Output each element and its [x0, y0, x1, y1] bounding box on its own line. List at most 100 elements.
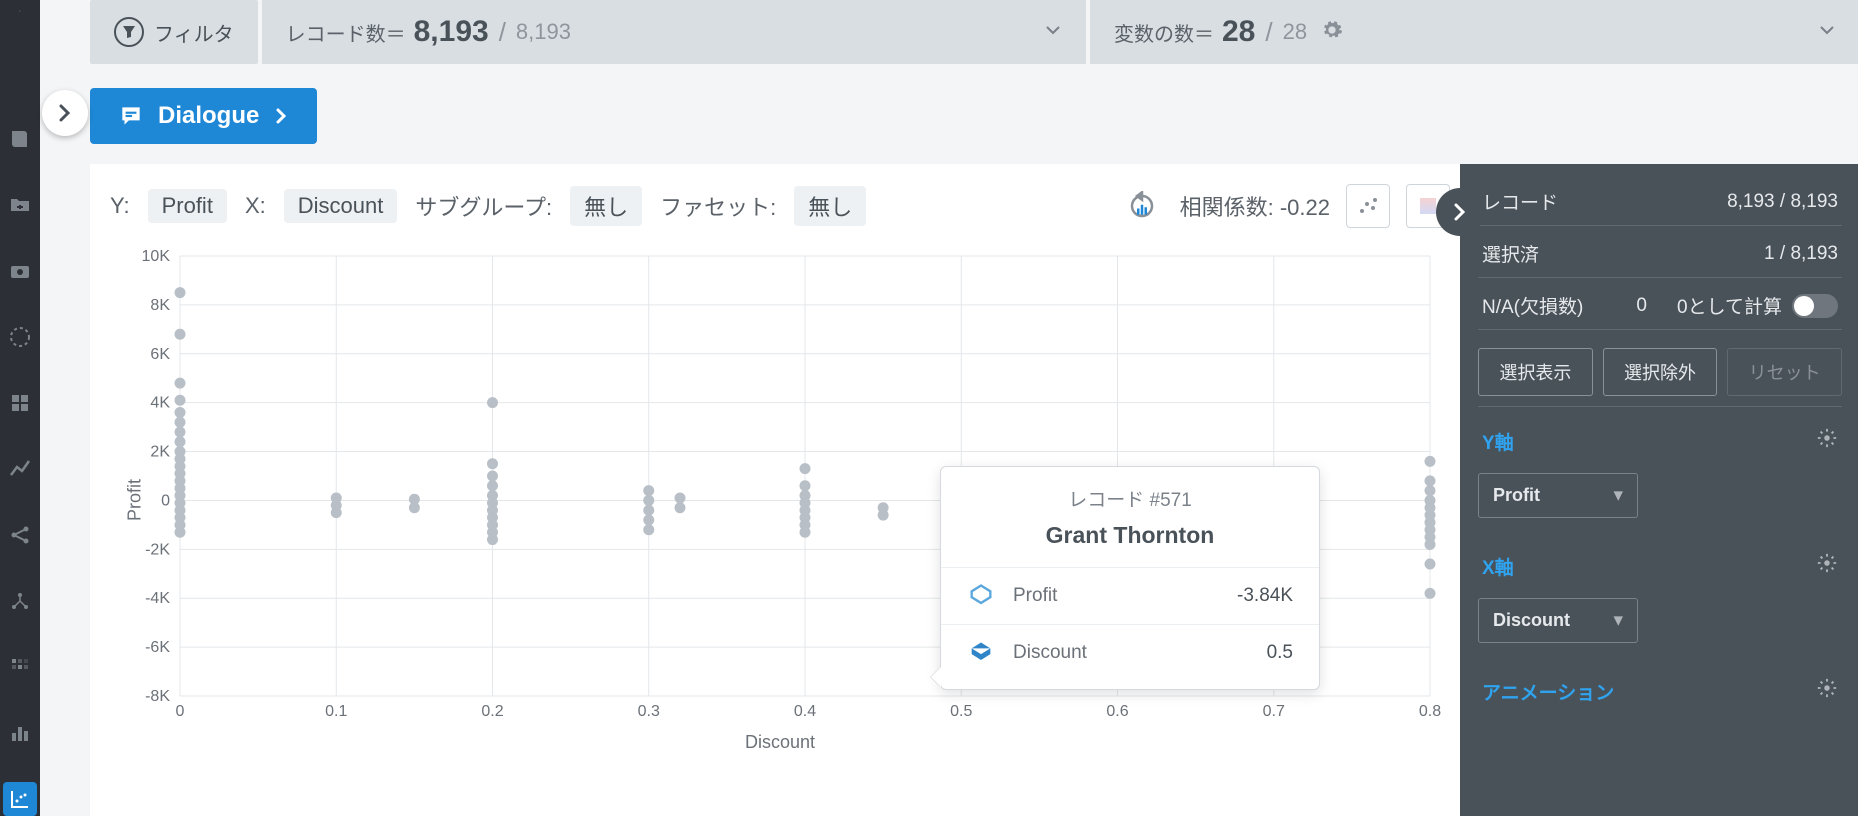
svg-text:6K: 6K: [150, 346, 170, 363]
tooltip-key: Profit: [1013, 585, 1057, 607]
records-count-bar[interactable]: レコード数＝ 8,193 / 8,193: [262, 0, 1086, 64]
svg-text:2K: 2K: [150, 444, 170, 461]
y-axis-pill[interactable]: Profit: [148, 189, 227, 223]
svg-text:10K: 10K: [142, 248, 171, 265]
nav-item-gauge[interactable]: [3, 320, 37, 354]
vertical-nav: [0, 0, 40, 816]
records-count: 8,193: [414, 15, 489, 49]
animation-settings-button[interactable]: [1816, 677, 1838, 705]
exclude-selection-button[interactable]: 選択除外: [1603, 348, 1718, 396]
gear-icon: [1816, 677, 1838, 699]
x-axis-settings-button[interactable]: [1816, 552, 1838, 580]
chat-icon: [118, 103, 144, 129]
subgroup-label: サブグループ:: [415, 190, 552, 222]
vars-count-bar[interactable]: 変数の数＝ 28 / 28: [1090, 0, 1858, 64]
x-axis-title: Discount: [110, 732, 1450, 753]
nav-item-matrix[interactable]: [3, 650, 37, 684]
nav-item-line[interactable]: [3, 452, 37, 486]
filter-button[interactable]: フィルタ: [90, 0, 258, 64]
axis-selector-bar: Y: Profit X: Discount サブグループ: 無し ファセット: …: [110, 184, 1450, 228]
panel-selected-val: 1 / 8,193: [1764, 243, 1838, 265]
grid-icon: [8, 391, 32, 415]
subgroup-pill[interactable]: 無し: [570, 186, 642, 226]
x-axis-pill[interactable]: Discount: [284, 189, 398, 223]
metric-profit-icon: [967, 582, 995, 610]
scatter-dots-icon: [1356, 194, 1380, 218]
facet-pill[interactable]: 無し: [794, 186, 866, 226]
chevron-down-icon: [1818, 21, 1836, 44]
panel-records-key: レコード: [1482, 188, 1558, 215]
expand-nav-button[interactable]: [42, 90, 88, 136]
matrix-icon: [8, 655, 32, 679]
scatter-mode-button[interactable]: [1346, 184, 1390, 228]
svg-text:4K: 4K: [150, 395, 170, 412]
y-prefix: Y:: [110, 193, 130, 219]
folder-plus-icon: [8, 193, 32, 217]
svg-text:8K: 8K: [150, 297, 170, 314]
facet-label: ファセット:: [660, 190, 776, 222]
svg-text:-2K: -2K: [145, 541, 170, 558]
tooltip-key: Discount: [1013, 642, 1087, 664]
svg-text:0.5: 0.5: [950, 703, 972, 720]
scatter-icon: [8, 787, 32, 811]
tooltip-val: 0.5: [1267, 642, 1293, 664]
nav-item-node[interactable]: [3, 584, 37, 618]
animation-section-title: アニメーション: [1482, 678, 1614, 705]
svg-text:0.2: 0.2: [481, 703, 503, 720]
panel-selected-key: 選択済: [1482, 240, 1539, 267]
node-icon: [8, 589, 32, 613]
y-axis-settings-button[interactable]: [1816, 427, 1838, 455]
nav-item-book[interactable]: [3, 122, 37, 156]
tooltip-row: Discount 0.5: [941, 624, 1319, 681]
panel-na-val: 0: [1636, 295, 1647, 317]
point-tooltip: レコード #571 Grant Thornton Profit -3.84K D…: [940, 466, 1320, 690]
show-selection-button[interactable]: 選択表示: [1478, 348, 1593, 396]
svg-text:-6K: -6K: [145, 639, 170, 656]
svg-text:0.8: 0.8: [1419, 703, 1441, 720]
refresh-icon: [1127, 191, 1157, 221]
line-chart-icon: [8, 457, 32, 481]
reset-button[interactable]: リセット: [1727, 348, 1842, 396]
svg-text:0.1: 0.1: [325, 703, 347, 720]
nav-item-scatter[interactable]: [3, 782, 37, 816]
y-axis-title: Profit: [125, 478, 146, 520]
gear-icon[interactable]: [1321, 19, 1343, 46]
refresh-button[interactable]: [1120, 184, 1164, 228]
records-label: レコード数＝: [286, 18, 406, 47]
records-total: 8,193: [516, 19, 571, 45]
nav-item-folder-add[interactable]: [3, 188, 37, 222]
svg-text:0.3: 0.3: [638, 703, 660, 720]
dialogue-button[interactable]: Dialogue: [90, 88, 317, 144]
na-as-zero-toggle[interactable]: [1792, 294, 1838, 318]
nav-item-grid[interactable]: [3, 386, 37, 420]
y-axis-section-title: Y軸: [1482, 428, 1514, 455]
filter-icon: [114, 17, 144, 47]
collapse-panel-button[interactable]: [1436, 188, 1484, 236]
chevron-right-icon: [55, 103, 75, 123]
nav-item-share[interactable]: [3, 518, 37, 552]
svg-text:0.6: 0.6: [1106, 703, 1128, 720]
chart-card: Y: Profit X: Discount サブグループ: 無し ファセット: …: [90, 164, 1460, 816]
chevron-right-icon: [273, 108, 289, 124]
gear-icon: [1816, 427, 1838, 449]
chevron-down-icon: [1044, 21, 1062, 44]
nav-item-bar[interactable]: [3, 716, 37, 750]
chevron-right-icon: [1450, 202, 1470, 222]
filter-label: フィルタ: [154, 18, 234, 47]
panel-records-val: 8,193 / 8,193: [1727, 191, 1838, 213]
svg-text:-8K: -8K: [145, 688, 170, 705]
x-axis-dropdown[interactable]: Discount▾: [1478, 598, 1638, 643]
tooltip-val: -3.84K: [1237, 585, 1293, 607]
panel-na-key: N/A(欠損数): [1482, 292, 1583, 319]
vars-label: 変数の数＝: [1114, 18, 1214, 47]
vars-total: 28: [1283, 19, 1307, 45]
corr-label: 相関係数:: [1180, 195, 1274, 220]
top-filter-bar: フィルタ レコード数＝ 8,193 / 8,193 変数の数＝ 28 / 28: [40, 0, 1858, 64]
nav-item-camera[interactable]: [3, 254, 37, 288]
main-content: フィルタ レコード数＝ 8,193 / 8,193 変数の数＝ 28 / 28: [40, 0, 1858, 816]
book-icon: [8, 127, 32, 151]
app-logo-icon: [0, 10, 40, 12]
bar-chart-icon: [8, 721, 32, 745]
gear-icon: [1816, 552, 1838, 574]
y-axis-dropdown[interactable]: Profit▾: [1478, 473, 1638, 518]
